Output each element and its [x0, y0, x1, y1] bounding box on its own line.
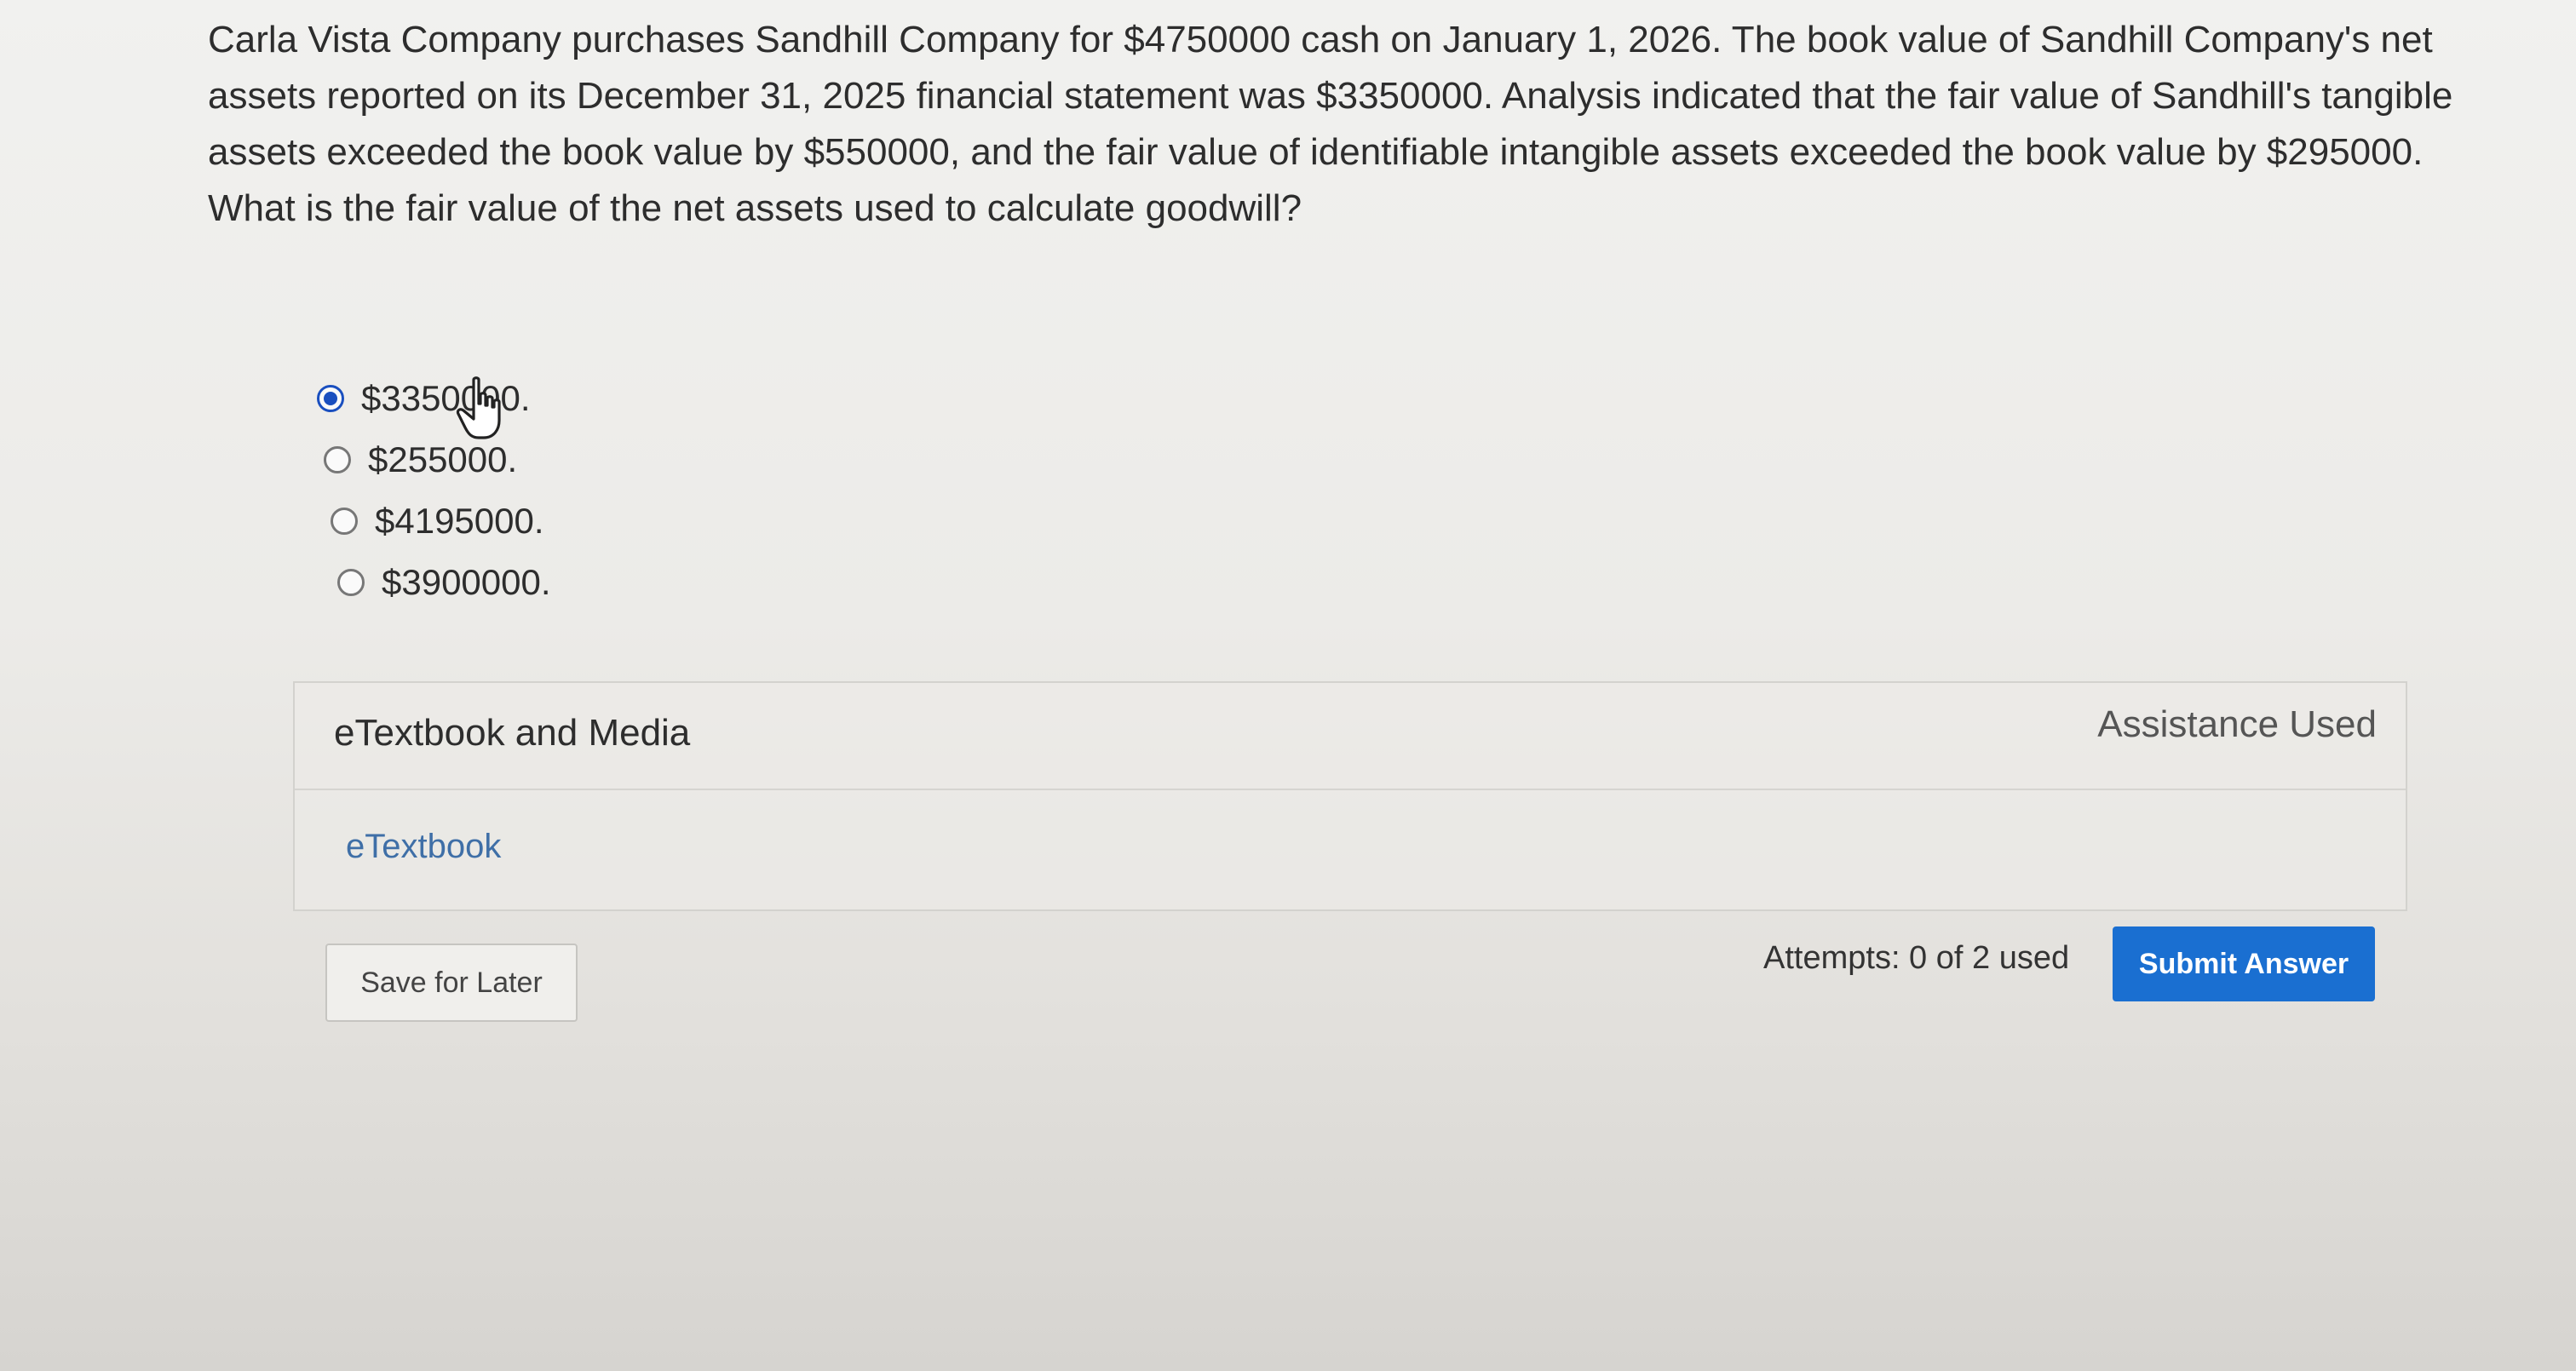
option-3[interactable]: $4195000. — [331, 490, 551, 552]
hand-pointer-icon — [456, 376, 501, 439]
option-1[interactable]: $3350000. — [317, 368, 551, 429]
question-text: Carla Vista Company purchases Sandhill C… — [208, 19, 2453, 229]
option-2[interactable]: $255000. — [324, 429, 551, 490]
option-label: $255000. — [368, 439, 518, 479]
panel-title: eTextbook and Media — [334, 712, 691, 754]
panel-header[interactable]: eTextbook and Media Assistance Used — [295, 683, 2406, 790]
etextbook-media-panel: eTextbook and Media Assistance Used eTex… — [293, 681, 2407, 911]
radio-button-selected[interactable] — [317, 385, 344, 412]
save-for-later-button[interactable]: Save for Later — [325, 944, 578, 1022]
radio-button[interactable] — [331, 508, 358, 535]
etextbook-link[interactable]: eTextbook — [346, 828, 501, 866]
option-4[interactable]: $3900000. — [337, 552, 551, 613]
assistance-used-label: Assistance Used — [2097, 703, 2377, 745]
attempts-counter: Attempts: 0 of 2 used — [1763, 940, 2070, 976]
option-label: $4195000. — [375, 501, 544, 541]
radio-button[interactable] — [337, 569, 365, 596]
submit-answer-button[interactable]: Submit Answer — [2113, 926, 2375, 1001]
radio-button[interactable] — [324, 446, 351, 473]
answer-options: $3350000. $255000. $4195000. $3900000. — [317, 368, 551, 613]
option-label: $3900000. — [382, 562, 551, 602]
